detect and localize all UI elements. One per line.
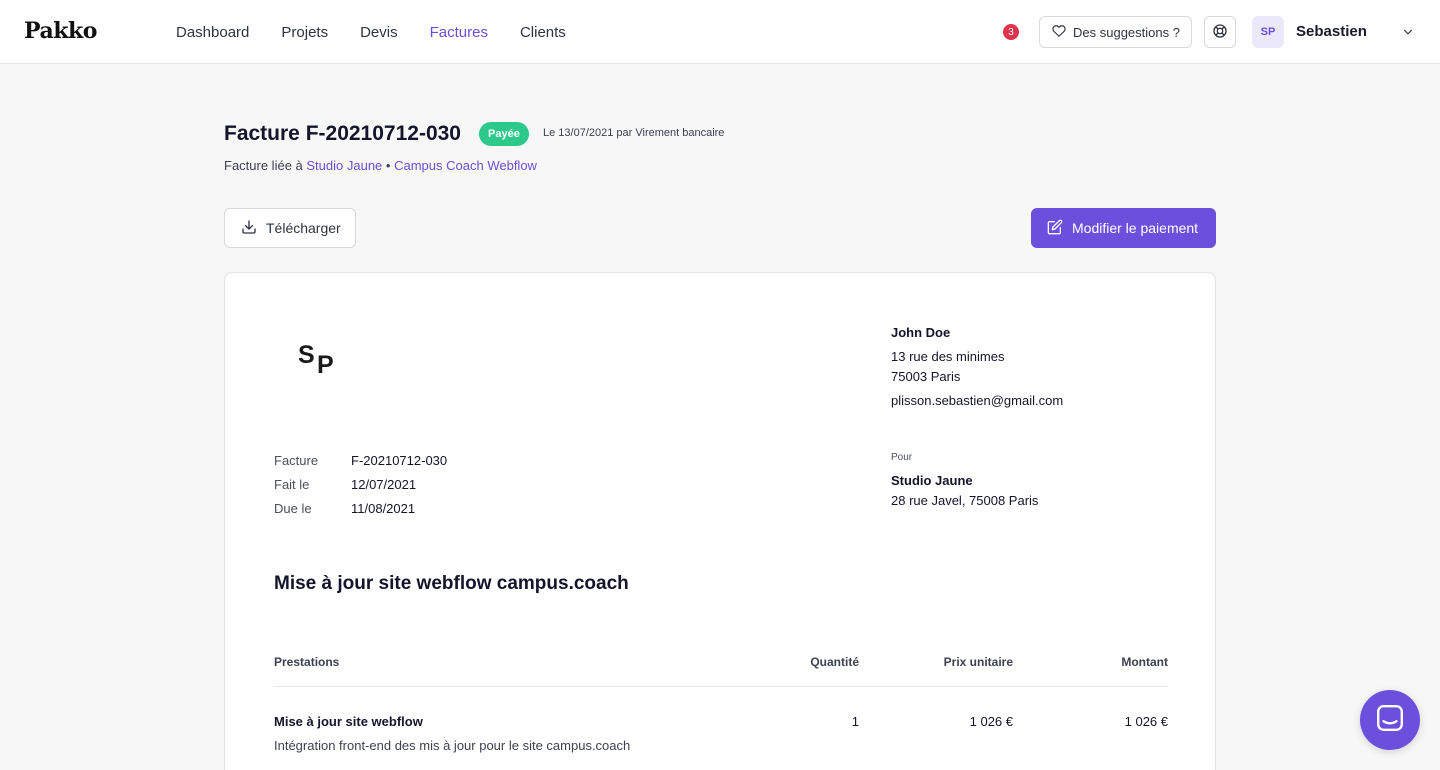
avatar[interactable]: SP bbox=[1252, 16, 1284, 48]
chevron-down-icon[interactable] bbox=[1400, 24, 1416, 40]
lifebuoy-icon bbox=[1212, 23, 1228, 42]
table-divider bbox=[274, 686, 1168, 687]
nav-item-devis[interactable]: Devis bbox=[360, 24, 398, 41]
linked-prefix: Facture liée à bbox=[224, 158, 303, 173]
edit-icon bbox=[1047, 219, 1063, 238]
company-logo: S P bbox=[298, 341, 338, 381]
chat-launcher-button[interactable] bbox=[1360, 690, 1420, 750]
nav-item-dashboard[interactable]: Dashboard bbox=[176, 24, 249, 41]
sender-address-line2: 75003 Paris bbox=[891, 369, 961, 384]
recipient-label: Pour bbox=[891, 452, 913, 463]
row-service-title: Mise à jour site webflow bbox=[274, 714, 423, 729]
linked-project-link[interactable]: Campus Coach Webflow bbox=[394, 158, 537, 173]
column-header-unit-price: Prix unitaire bbox=[943, 655, 1013, 669]
linked-separator: • bbox=[385, 158, 391, 173]
heart-icon bbox=[1052, 24, 1066, 41]
linked-client-link[interactable]: Studio Jaune bbox=[306, 158, 382, 173]
meta-value-issued: 12/07/2021 bbox=[351, 477, 417, 492]
column-header-service: Prestations bbox=[274, 655, 340, 669]
meta-value-due: 11/08/2021 bbox=[351, 501, 416, 516]
row-service-description: Intégration front-end des mis à jour pou… bbox=[274, 738, 631, 753]
recipient-address: 28 rue Javel, 75008 Paris bbox=[891, 493, 1039, 508]
logo-letter-p: P bbox=[317, 351, 334, 379]
notification-badge[interactable]: 3 bbox=[1003, 24, 1019, 40]
invoice-subject: Mise à jour site webflow campus.coach bbox=[274, 573, 629, 594]
nav-item-projets[interactable]: Projets bbox=[281, 24, 328, 41]
meta-label-invoice: Facture bbox=[274, 453, 319, 468]
chat-icon bbox=[1375, 703, 1405, 738]
download-button[interactable]: Télécharger bbox=[224, 208, 356, 248]
sender-email: plisson.sebastien@gmail.com bbox=[891, 393, 1064, 408]
edit-payment-label: Modifier le paiement bbox=[1072, 220, 1199, 236]
download-label: Télécharger bbox=[266, 220, 341, 236]
edit-payment-button[interactable]: Modifier le paiement bbox=[1031, 208, 1216, 248]
meta-value-invoice: F-20210712-030 bbox=[351, 453, 448, 468]
download-icon bbox=[241, 219, 257, 238]
nav-item-clients[interactable]: Clients bbox=[520, 24, 566, 41]
user-name[interactable]: Sebastien bbox=[1296, 23, 1367, 40]
status-badge: Payée bbox=[479, 122, 529, 146]
row-unit-price: 1 026 € bbox=[969, 714, 1013, 729]
invoice-document: S P John Doe 13 rue des minimes 75003 Pa… bbox=[224, 272, 1216, 770]
meta-label-due: Due le bbox=[274, 501, 312, 516]
sender-address-line1: 13 rue des minimes bbox=[891, 349, 1005, 364]
suggestions-label: Des suggestions ? bbox=[1073, 24, 1180, 40]
row-quantity: 1 bbox=[851, 714, 859, 729]
payment-info: Le 13/07/2021 par Virement bancaire bbox=[543, 127, 725, 139]
column-header-amount: Montant bbox=[1121, 655, 1168, 669]
row-amount: 1 026 € bbox=[1124, 714, 1168, 729]
nav-item-factures[interactable]: Factures bbox=[430, 24, 488, 41]
linked-entities: Facture liée à Studio Jaune • Campus Coa… bbox=[224, 158, 537, 173]
main-nav: Dashboard Projets Devis Factures Clients bbox=[176, 0, 566, 64]
top-navigation-bar: Pakko Dashboard Projets Devis Factures C… bbox=[0, 0, 1440, 64]
sender-name: John Doe bbox=[891, 325, 951, 340]
page-title: Facture F-20210712-030 bbox=[224, 122, 461, 145]
app-logo[interactable]: Pakko bbox=[24, 18, 97, 44]
column-header-quantity: Quantité bbox=[810, 655, 859, 669]
suggestions-button[interactable]: Des suggestions ? bbox=[1039, 16, 1192, 48]
meta-label-issued: Fait le bbox=[274, 477, 310, 492]
help-button[interactable] bbox=[1204, 16, 1236, 48]
logo-letter-s: S bbox=[298, 341, 315, 369]
recipient-name: Studio Jaune bbox=[891, 473, 973, 488]
